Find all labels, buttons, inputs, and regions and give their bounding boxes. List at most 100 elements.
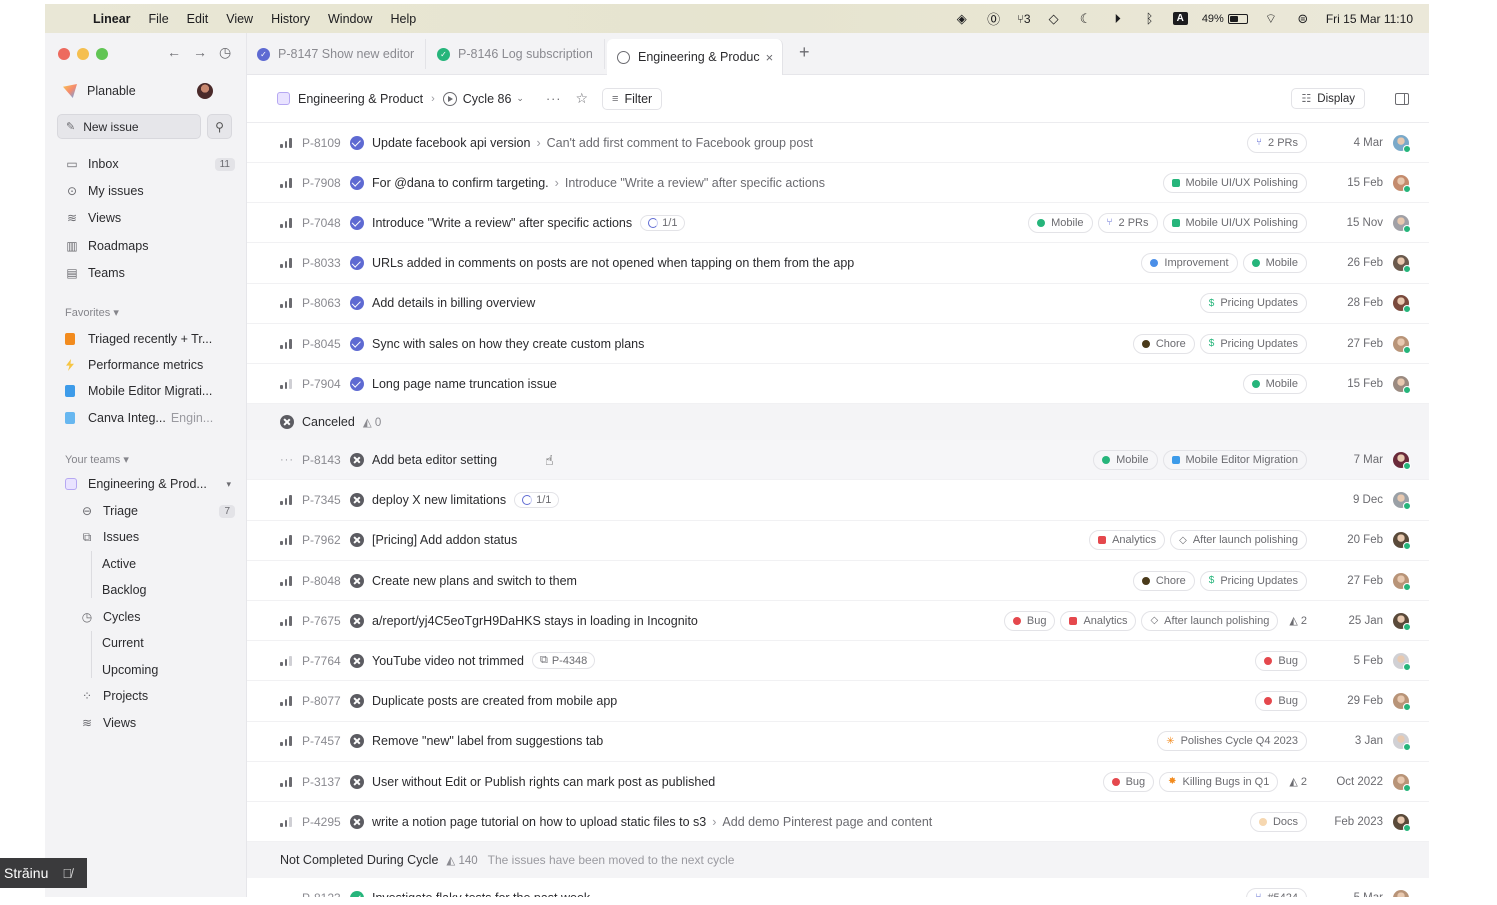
battery-indicator[interactable]: 49% — [1202, 13, 1248, 25]
diamond-icon[interactable]: ◇ — [1045, 11, 1063, 27]
issue-row[interactable]: P-7675 a/report/yj4C5eoTgrH9DaHKS stays i… — [247, 601, 1429, 642]
done-status-icon[interactable] — [350, 336, 364, 351]
label-chip[interactable]: ◇ After launch polishing — [1170, 530, 1307, 551]
label-chip[interactable]: $ Pricing Updates — [1199, 333, 1307, 354]
issue-row[interactable]: P-4295 write a notion page tutorial on ho… — [247, 802, 1429, 843]
team-item-backlog[interactable]: Backlog — [102, 583, 146, 597]
team-item-projects[interactable]: ⁘ Projects — [72, 685, 235, 707]
done-status-icon[interactable] — [350, 376, 364, 391]
menu-help[interactable]: Help — [390, 12, 416, 26]
label-chip[interactable]: ⑂ #5424 — [1246, 887, 1307, 897]
priority-icon[interactable] — [280, 338, 292, 349]
issue-row[interactable]: ··· P-8143 Add beta editor setting Mobile Mo… — [247, 440, 1429, 481]
more-options-icon[interactable]: ··· — [546, 92, 562, 106]
tab-p-8146[interactable]: ✓ P-8146 Log subscription — [427, 39, 605, 69]
done-status-icon[interactable] — [350, 296, 364, 311]
label-chip[interactable]: Bug — [1003, 610, 1056, 631]
issue-row[interactable]: P-7904 Long page name truncation issue Mob… — [247, 364, 1429, 405]
done-status-icon[interactable] — [350, 256, 364, 271]
canceled-status-icon[interactable] — [350, 814, 364, 829]
menu-app[interactable]: Linear — [93, 12, 131, 26]
new-tab-button[interactable]: + — [799, 42, 810, 63]
priority-icon[interactable] — [280, 816, 292, 827]
priority-icon[interactable] — [280, 378, 292, 389]
close-tab-icon[interactable]: × — [766, 50, 774, 65]
tab-engineering-product[interactable]: Engineering & Produc × — [607, 39, 783, 75]
assignee-avatar[interactable] — [1393, 532, 1411, 551]
priority-icon[interactable] — [280, 177, 292, 188]
canceled-status-icon[interactable] — [350, 452, 364, 467]
favorites-header[interactable]: Favorites ▾ — [65, 306, 119, 319]
canceled-status-icon[interactable] — [350, 493, 364, 508]
assignee-avatar[interactable] — [1393, 572, 1411, 591]
cycle-selector[interactable]: Cycle 86 ⌄ — [442, 91, 524, 106]
parent-issue[interactable]: › Introduce "Write a review" after specif… — [555, 176, 825, 190]
canceled-status-icon[interactable] — [350, 573, 364, 588]
team-item-active[interactable]: Active — [102, 557, 136, 571]
label-chip[interactable]: $ Pricing Updates — [1199, 570, 1307, 591]
display-button[interactable]: ☷ Display — [1291, 88, 1365, 109]
workspace-switcher[interactable]: Planable — [63, 80, 233, 102]
issue-row[interactable]: P-8077 Duplicate posts are created from m… — [247, 682, 1429, 722]
team-item-views[interactable]: ≋ Views — [72, 712, 235, 734]
close-window-button[interactable] — [58, 48, 70, 60]
issue-row[interactable]: P-7764 YouTube video not trimmed ⧉ P-4348 Bu… — [247, 641, 1429, 682]
sidebar-item-teams[interactable]: ▤ Teams — [57, 262, 235, 284]
assignee-avatar[interactable] — [1393, 693, 1411, 712]
canceled-status-icon[interactable] — [350, 694, 364, 709]
back-arrow-icon[interactable]: ← — [167, 44, 181, 61]
assignee-avatar[interactable] — [1393, 451, 1411, 470]
issue-row[interactable]: P-8063 Add details in billing overview $ Pr… — [247, 284, 1429, 324]
no-priority-icon[interactable]: ··· — [280, 454, 293, 466]
canceled-status-icon[interactable] — [350, 613, 364, 628]
label-chip[interactable]: Mobile — [1028, 212, 1093, 233]
estimate[interactable]: ◭ 2 — [1289, 775, 1307, 788]
zoom-window-button[interactable] — [96, 48, 108, 60]
assignee-avatar[interactable] — [1393, 612, 1411, 631]
assignee-avatar[interactable] — [1393, 295, 1411, 314]
label-chip[interactable]: Bug — [1102, 771, 1155, 792]
issue-row[interactable]: P-7908 For @dana to confirm targeting. › In… — [247, 163, 1429, 204]
team-item-cycles[interactable]: ◷ Cycles — [72, 606, 235, 628]
favorite-item[interactable]: Canva Integ... Engin... — [57, 407, 235, 429]
done-status-icon[interactable] — [350, 175, 364, 190]
canceled-status-icon[interactable] — [350, 533, 364, 548]
menu-edit[interactable]: Edit — [187, 12, 209, 26]
issue-row[interactable]: P-7048 Introduce "Write a review" after s… — [247, 203, 1429, 244]
history-clock-icon[interactable]: ◷ — [219, 44, 231, 61]
issue-row[interactable]: P-3137 User without Edit or Publish right… — [247, 762, 1429, 802]
priority-icon[interactable] — [280, 137, 292, 148]
issue-row[interactable]: P-7457 Remove "new" label from suggestion… — [247, 722, 1429, 762]
play-icon[interactable]: ⏵ — [1109, 11, 1127, 27]
label-chip[interactable]: Bug — [1255, 650, 1307, 671]
issue-row[interactable]: P-7962 [Pricing] Add addon status Analytic… — [247, 521, 1429, 561]
canceled-status-icon[interactable] — [350, 734, 364, 749]
canceled-status-icon[interactable] — [350, 774, 364, 789]
assignee-avatar[interactable] — [1393, 214, 1411, 233]
done-status-icon[interactable] — [350, 215, 364, 230]
moon-icon[interactable]: ☾ — [1077, 11, 1095, 27]
breadcrumb-team[interactable]: Engineering & Product — [247, 92, 423, 106]
issue-row[interactable]: P-8033 URLs added in comments on posts ar… — [247, 244, 1429, 284]
assignee-avatar[interactable] — [1393, 889, 1409, 897]
sub-issue-progress[interactable]: 1/1 — [514, 492, 560, 509]
search-button[interactable]: ⚲ — [207, 114, 232, 139]
issue-row[interactable]: P-8109 Update facebook api version › Can't … — [247, 123, 1429, 163]
minimize-window-button[interactable] — [77, 48, 89, 60]
filter-button[interactable]: ≡ Filter — [602, 87, 663, 110]
label-chip[interactable]: Improvement — [1141, 253, 1238, 274]
label-chip[interactable]: Mobile — [1242, 253, 1307, 274]
priority-icon[interactable] — [280, 298, 292, 309]
label-chip[interactable]: Mobile — [1093, 449, 1158, 470]
estimate[interactable]: ◭ 2 — [1289, 614, 1307, 627]
sub-issue-progress[interactable]: 1/1 — [640, 214, 686, 231]
label-chip[interactable]: ✸ Killing Bugs in Q1 — [1159, 771, 1279, 792]
label-chip[interactable]: Analytics — [1089, 530, 1166, 551]
new-issue-button[interactable]: ✎ New issue — [57, 114, 201, 139]
priority-icon[interactable] — [280, 535, 292, 546]
parent-issue[interactable]: › Can't add first comment to Facebook gro… — [536, 136, 813, 150]
group-header-canceled[interactable]: Canceled ◭ 0 — [247, 404, 1429, 441]
onepassword-icon[interactable]: ⓪ — [985, 9, 1003, 28]
assignee-avatar[interactable] — [1393, 773, 1411, 792]
label-chip[interactable]: Mobile Editor Migration — [1162, 449, 1307, 470]
